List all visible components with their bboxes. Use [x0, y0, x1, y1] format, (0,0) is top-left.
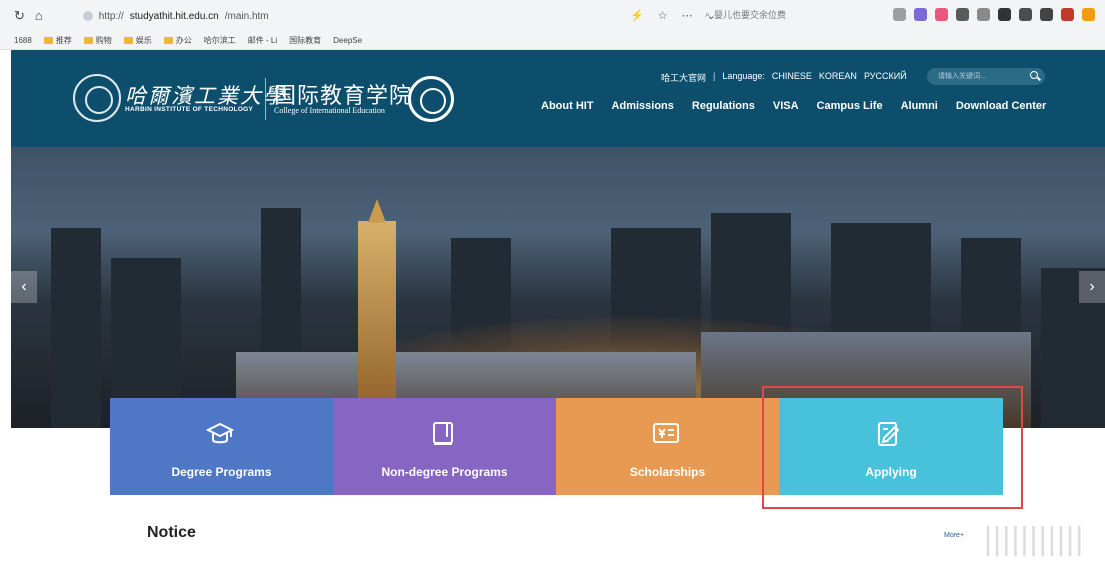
folder-icon — [163, 37, 173, 44]
folder-icon — [43, 37, 53, 44]
header-divider — [265, 78, 266, 120]
address-field[interactable]: http:// studyathit.hit.edu.cn/main.htm — [82, 10, 269, 22]
bookmark-item[interactable]: 邮件 - Li — [248, 35, 277, 46]
college-badge-icon[interactable] — [408, 76, 454, 122]
nav-campus-life[interactable]: Campus Life — [817, 100, 883, 112]
bookmark-item[interactable]: DeepSe — [333, 36, 362, 45]
extension-icon[interactable] — [1061, 8, 1074, 21]
extension-icon[interactable] — [998, 8, 1011, 21]
site-search-input[interactable]: 请输入关键词... — [927, 68, 1045, 85]
bookmark-label: 购物 — [95, 36, 112, 45]
url-path: /main.htm — [224, 10, 269, 22]
official-site-link[interactable]: 哈工大官网 — [661, 71, 706, 84]
site-search-placeholder: 请输入关键词... — [938, 73, 986, 80]
university-name-en: HARBIN INSTITUTE OF TECHNOLOGY — [125, 106, 254, 113]
browser-search-hint: 婴儿也要交余位费 — [714, 10, 787, 20]
extension-icon[interactable] — [1082, 8, 1095, 21]
bookmark-item[interactable]: 国际教育 — [289, 35, 321, 46]
decorative-watermark: ||||||||||| — [983, 522, 1084, 557]
url-prefix: http:// — [98, 10, 124, 22]
bookmark-folder[interactable]: 办公 — [163, 35, 192, 46]
university-emblem-icon[interactable] — [73, 74, 121, 122]
tile-label: Non-degree Programs — [381, 465, 508, 479]
search-icon[interactable] — [1030, 71, 1038, 79]
url-host: studyathit.hit.edu.cn — [129, 10, 219, 22]
extension-icon[interactable] — [1019, 8, 1032, 21]
tile-label: Degree Programs — [171, 465, 272, 479]
home-icon[interactable]: ⌂ — [35, 8, 43, 24]
annotation-highlight — [762, 386, 1023, 509]
more-link[interactable]: More+ — [944, 532, 964, 539]
carousel-next-arrow-icon[interactable]: › — [1079, 271, 1105, 303]
bookmark-item[interactable]: 哈尔滨工 — [204, 35, 236, 46]
reload-icon[interactable]: ↻ — [14, 8, 25, 24]
extension-icon[interactable] — [914, 8, 927, 21]
college-name-en: College of International Education — [274, 106, 385, 115]
extension-icon[interactable] — [956, 8, 969, 21]
nav-visa[interactable]: VISA — [773, 100, 799, 112]
extension-icon[interactable] — [1040, 8, 1053, 21]
browser-nav: ↻ ⌂ — [14, 8, 43, 24]
folder-icon — [123, 37, 133, 44]
nav-about-hit[interactable]: About HIT — [541, 100, 594, 112]
folder-icon — [83, 37, 93, 44]
lightning-icon[interactable]: ⚡ — [630, 9, 644, 22]
bookmark-label: 办公 — [175, 36, 192, 45]
extension-icon[interactable] — [893, 8, 906, 21]
tile-scholarships[interactable]: Scholarships — [556, 398, 779, 495]
star-icon[interactable]: ☆ — [658, 9, 668, 22]
bookmarks-bar: 1688 推荐 购物 娱乐 办公 哈尔滨工 邮件 - Li 国际教育 DeepS… — [0, 32, 1105, 50]
site-info-icon[interactable] — [82, 11, 93, 21]
browser-toolbar: ↻ ⌂ http:// studyathit.hit.edu.cn/main.ht… — [0, 0, 1105, 32]
tile-label: Scholarships — [629, 465, 706, 479]
extension-icon[interactable] — [977, 8, 990, 21]
address-tools: ⚡ ☆ ⋯ ⌄ — [630, 9, 716, 22]
main-nav: About HIT Admissions Regulations VISA Ca… — [541, 100, 1046, 112]
nav-alumni[interactable]: Alumni — [901, 100, 938, 112]
tile-non-degree-programs[interactable]: Non-degree Programs — [333, 398, 556, 495]
bookmark-folder[interactable]: 购物 — [83, 35, 112, 46]
nav-download-center[interactable]: Download Center — [956, 100, 1046, 112]
nav-admissions[interactable]: Admissions — [612, 100, 674, 112]
skyline-building — [51, 228, 101, 428]
carousel-prev-arrow-icon[interactable]: ‹ — [11, 271, 37, 303]
tile-degree-programs[interactable]: Degree Programs — [110, 398, 333, 495]
bookmark-folder[interactable]: 推荐 — [43, 35, 72, 46]
language-korean[interactable]: KOREAN — [819, 71, 857, 84]
book-icon — [433, 422, 453, 445]
bookmark-item[interactable]: 1688 — [14, 36, 32, 45]
more-icon[interactable]: ⋯ — [682, 9, 693, 22]
bookmark-label: 推荐 — [55, 36, 72, 45]
extensions-bar — [893, 8, 1095, 21]
browser-search[interactable]: ⌕ 婴儿也要交余位费 — [705, 8, 786, 21]
search-icon: ⌕ — [705, 9, 711, 19]
language-chinese[interactable]: CHINESE — [772, 71, 812, 84]
notice-heading: Notice — [147, 524, 196, 541]
main-tower — [358, 221, 396, 428]
language-russian[interactable]: РУССКИЙ — [864, 71, 907, 84]
nav-regulations[interactable]: Regulations — [692, 100, 755, 112]
bookmark-label: 娱乐 — [135, 36, 152, 45]
bookmark-folder[interactable]: 娱乐 — [123, 35, 152, 46]
extension-icon[interactable] — [935, 8, 948, 21]
tower-spire — [368, 199, 386, 223]
scholarship-card-icon — [653, 423, 679, 443]
top-links: 哈工大官网 | Language: CHINESE KOREAN РУССКИЙ — [661, 71, 907, 84]
language-label: Language: — [722, 71, 765, 81]
link-separator: | — [713, 71, 716, 81]
site-header: 哈爾濱工業大學 HARBIN INSTITUTE OF TECHNOLOGY 国… — [11, 50, 1105, 147]
graduation-cap-icon — [206, 422, 234, 444]
